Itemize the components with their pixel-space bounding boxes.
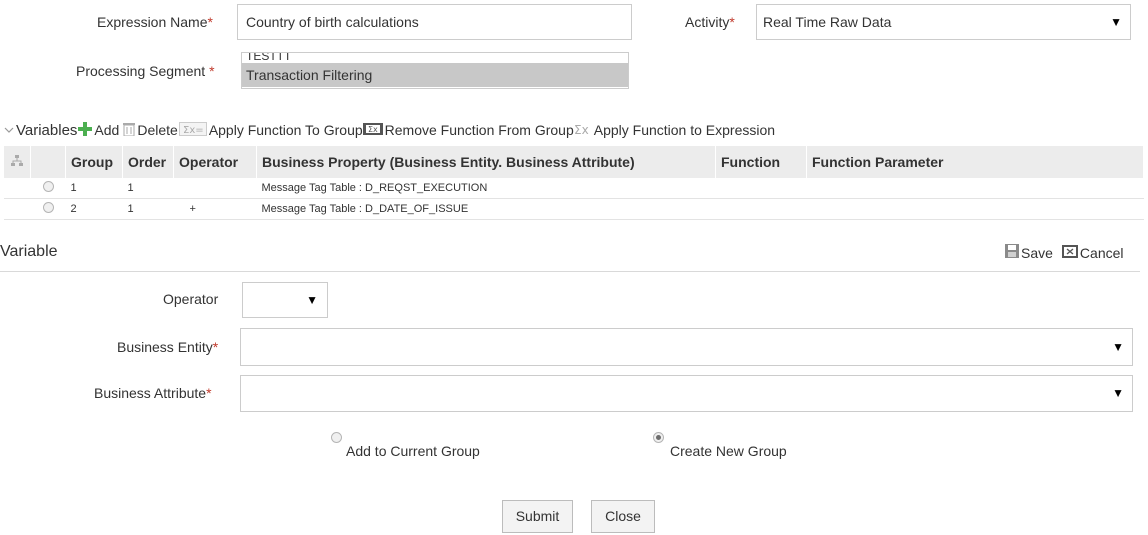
- chevron-down-icon: ▼: [306, 293, 318, 307]
- variables-grid: Group Order Operator Business Property (…: [4, 146, 1144, 220]
- chevron-down-icon: ▼: [1112, 386, 1124, 400]
- operator-label: Operator: [163, 291, 219, 307]
- apply-function-to-group-button[interactable]: Σx= Apply Function To Group: [178, 121, 363, 139]
- segment-option-selected[interactable]: Transaction Filtering: [242, 63, 628, 87]
- svg-text:Σx=: Σx=: [183, 125, 204, 136]
- cell-function: [715, 178, 807, 199]
- activity-select[interactable]: Real Time Raw Data ▼: [756, 4, 1131, 40]
- grid-select-column: [30, 146, 66, 178]
- variables-section-title: Variables: [16, 121, 78, 139]
- table-row[interactable]: 2 1 + Message Tag Table : D_DATE_OF_ISSU…: [4, 198, 1144, 220]
- row-select-radio[interactable]: [42, 181, 54, 192]
- variables-toolbar: Variables Add Delete Σx= Apply Function …: [4, 121, 775, 139]
- column-header-function-parameter[interactable]: Function Parameter: [806, 146, 1144, 178]
- row-spacer: [4, 198, 31, 220]
- segment-option[interactable]: TESTTT: [242, 53, 628, 63]
- remove-function-from-group-button[interactable]: Σx Remove Function From Group: [362, 122, 574, 139]
- chevron-down-icon: ▼: [1112, 340, 1124, 354]
- apply-function-to-expression-button[interactable]: Σx Apply Function to Expression: [574, 122, 775, 139]
- variable-panel-title: Variable: [0, 243, 58, 260]
- cell-group: 2: [65, 198, 123, 220]
- processing-segment-listbox[interactable]: TESTTT Transaction Filtering: [241, 52, 629, 89]
- add-to-current-group-label: Add to Current Group: [346, 443, 480, 459]
- panel-divider: [0, 271, 1140, 272]
- expression-name-input[interactable]: Country of birth calculations: [237, 4, 632, 40]
- submit-button[interactable]: Submit: [502, 500, 573, 533]
- hierarchy-icon[interactable]: [11, 154, 23, 170]
- cell-operator: [173, 178, 257, 199]
- cancel-button[interactable]: Cancel: [1061, 244, 1124, 261]
- remove-group-label: Remove Function From Group: [384, 122, 574, 138]
- remove-function-icon: Σx: [362, 122, 383, 139]
- row-select-radio[interactable]: [42, 202, 54, 213]
- chevron-down-icon: ▼: [1110, 15, 1122, 29]
- floppy-disk-icon: [1005, 244, 1019, 261]
- grid-header-row: Group Order Operator Business Property (…: [4, 146, 1144, 178]
- cell-function-parameter: [806, 178, 1144, 199]
- operator-select[interactable]: ▼: [242, 282, 328, 318]
- sigma-icon: Σx=: [178, 121, 207, 139]
- cell-function-parameter: [806, 198, 1144, 220]
- apply-group-label: Apply Function To Group: [208, 122, 363, 138]
- svg-text:Σx: Σx: [368, 125, 378, 134]
- column-header-group[interactable]: Group: [65, 146, 123, 178]
- cell-business-property: Message Tag Table : D_DATE_OF_ISSUE: [256, 198, 716, 220]
- row-spacer: [4, 178, 31, 199]
- save-button[interactable]: Save: [1005, 244, 1053, 261]
- delete-label: Delete: [137, 122, 178, 138]
- column-header-order[interactable]: Order: [122, 146, 174, 178]
- add-variable-button[interactable]: Add: [78, 121, 120, 139]
- cell-group: 1: [65, 178, 123, 199]
- row-select-cell[interactable]: [30, 198, 66, 220]
- expression-name-label: Expression Name*: [97, 14, 213, 30]
- svg-text:Σx: Σx: [574, 123, 589, 136]
- plus-icon: [78, 121, 93, 139]
- processing-segment-label: Processing Segment *: [76, 63, 215, 79]
- activity-select-value: Real Time Raw Data: [763, 14, 892, 30]
- column-header-business-property[interactable]: Business Property (Business Entity. Busi…: [256, 146, 716, 178]
- add-to-current-group-radio[interactable]: [331, 432, 342, 443]
- close-button[interactable]: Close: [591, 500, 655, 533]
- column-header-operator[interactable]: Operator: [173, 146, 257, 178]
- business-entity-label: Business Entity*: [117, 339, 219, 355]
- activity-label: Activity*: [685, 14, 735, 30]
- cell-business-property: Message Tag Table : D_REQST_EXECUTION: [256, 178, 716, 199]
- business-entity-select[interactable]: ▼: [240, 328, 1133, 366]
- save-label: Save: [1021, 244, 1053, 261]
- apply-expression-label: Apply Function to Expression: [593, 122, 776, 138]
- chevron-down-icon[interactable]: [4, 123, 14, 137]
- cancel-icon: [1061, 244, 1078, 261]
- sigma-x-icon: Σx: [574, 122, 592, 139]
- row-select-cell[interactable]: [30, 178, 66, 199]
- cell-order: 1: [122, 178, 174, 199]
- cell-order: 1: [122, 198, 174, 220]
- business-attribute-label: Business Attribute*: [94, 385, 212, 401]
- column-header-function[interactable]: Function: [715, 146, 807, 178]
- cancel-label: Cancel: [1079, 244, 1124, 261]
- grid-corner-cell: [4, 146, 31, 178]
- variable-panel-actions: Save Cancel: [1005, 244, 1124, 261]
- create-new-group-radio[interactable]: [653, 432, 664, 443]
- business-attribute-select[interactable]: ▼: [240, 375, 1133, 412]
- trash-icon: [123, 122, 136, 139]
- cell-operator: +: [173, 198, 257, 220]
- create-new-group-label: Create New Group: [670, 443, 787, 459]
- cell-function: [715, 198, 807, 220]
- add-label: Add: [94, 122, 120, 138]
- delete-variable-button[interactable]: Delete: [123, 122, 178, 139]
- table-row[interactable]: 1 1 Message Tag Table : D_REQST_EXECUTIO…: [4, 178, 1144, 199]
